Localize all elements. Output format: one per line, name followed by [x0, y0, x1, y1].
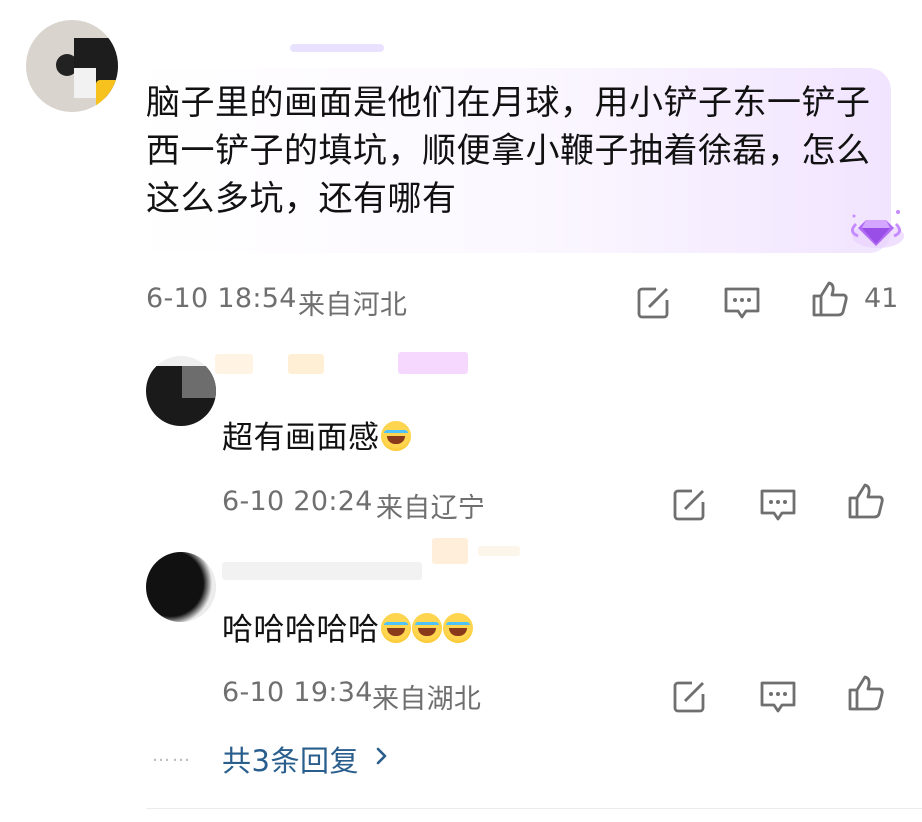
reply-1-badge-redacted — [398, 352, 468, 374]
comment-icon[interactable] — [758, 676, 798, 716]
main-comment-username-redacted — [290, 44, 384, 52]
reply-2-location: 来自湖北 — [372, 684, 482, 715]
reply-2-avatar[interactable] — [146, 552, 216, 622]
reply-2-badge-redacted — [432, 538, 468, 564]
comment-icon[interactable] — [722, 282, 762, 322]
reply-1-avatar[interactable] — [146, 356, 216, 426]
reply-1-username-redacted — [215, 354, 253, 374]
thumbs-up-icon[interactable] — [810, 279, 850, 319]
share-icon[interactable] — [634, 282, 674, 322]
laugh-cry-emoji-icon — [411, 613, 442, 643]
share-icon[interactable] — [670, 484, 710, 524]
reply-2-text: 哈哈哈哈哈 — [222, 604, 473, 649]
main-comment-like-count: 41 — [864, 283, 899, 314]
thumbs-up-icon[interactable] — [846, 481, 886, 521]
main-comment-datetime: 6-10 18:54 — [146, 283, 297, 314]
main-comment-avatar[interactable] — [26, 20, 118, 112]
chevron-right-icon[interactable] — [372, 744, 392, 768]
laugh-cry-emoji-icon — [380, 613, 411, 643]
thumbs-up-icon[interactable] — [846, 673, 886, 713]
reply-2-datetime: 6-10 19:34 — [222, 677, 373, 708]
gem-badge-icon — [846, 206, 906, 252]
reply-2-badge-redacted-2 — [478, 546, 520, 556]
comment-icon[interactable] — [758, 484, 798, 524]
reply-1-username-redacted-2 — [288, 354, 324, 374]
share-icon[interactable] — [670, 676, 710, 716]
laugh-cry-emoji-icon — [442, 613, 473, 643]
reply-1-location: 来自辽宁 — [376, 493, 486, 524]
more-replies-link[interactable]: 共3条回复 — [222, 738, 359, 780]
comment-divider — [146, 808, 922, 809]
reply-1-datetime: 6-10 20:24 — [222, 486, 373, 517]
main-comment-location: 来自河北 — [298, 290, 408, 321]
reply-1-text: 超有画面感 — [222, 412, 411, 457]
main-comment-text: 脑子里的画面是他们在月球，用小铲子东一铲子西一铲子的填坑，顺便拿小鞭子抽着徐磊，… — [146, 83, 871, 219]
laugh-cry-emoji-icon — [380, 421, 411, 451]
reply-2-username-redacted — [222, 562, 422, 580]
more-replies-dots: …… — [152, 745, 192, 766]
